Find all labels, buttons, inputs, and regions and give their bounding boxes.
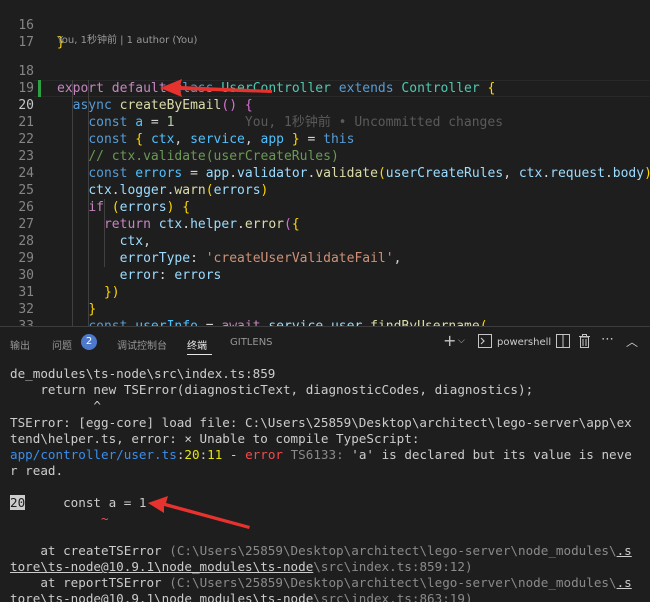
terminal-line: de_modules\ts-node\src\index.ts:859 [10, 366, 276, 381]
code-line-27: 27 ctx, [0, 199, 650, 249]
chevron-up-icon[interactable]: ︿ [626, 333, 638, 350]
code-editor[interactable]: 16 } 17 You, 1秒钟前 | 1 author (You) 18 ex… [0, 0, 650, 326]
terminal-stack-line: at createTSError (C:\Users\25859\Desktop… [10, 543, 632, 558]
chevron-down-icon[interactable]: ⌵ [458, 336, 465, 346]
code-line-34: 34 } [0, 318, 650, 326]
problems-count-badge: 2 [81, 334, 97, 350]
terminal-stack-line: tore\ts-node@10.9.1\node_modules\ts-node… [10, 559, 473, 574]
panel-tab-bar: 输出 问题 2 调试控制台 终端 GITLENS + ⌵ powershell … [0, 326, 650, 358]
code-line-33: 33 ctx.request.body.username [0, 301, 650, 326]
code-line-17: 17 [0, 17, 650, 50]
split-icon[interactable] [556, 334, 570, 352]
code-line-16: 16 } [0, 0, 650, 50]
terminal-squiggle: ~ [10, 511, 109, 526]
error-file-path: app/controller/user.ts [10, 447, 177, 462]
code-line-22: 22 // ctx.validate(userCreateRules) [0, 114, 650, 164]
code-line-30: 30 }) [0, 250, 650, 300]
code-line-29: 29 error: errors [0, 233, 650, 283]
terminal-line: tend\helper.ts, error: × Unable to compi… [10, 431, 420, 446]
tab-terminal[interactable]: 终端 [187, 337, 207, 352]
annotation-arrow [160, 79, 272, 97]
code-line-23: 23 const errors = app.validator.validate… [0, 131, 650, 181]
code-line-32: 32 const userInfo = await service.user.f… [0, 284, 650, 326]
terminal-line: TSError: [egg-core] load file: C:\Users\… [10, 415, 632, 430]
terminal-icon[interactable] [478, 334, 492, 352]
terminal-stack-line: tore\ts-node@10.9.1\node_modules\ts-node… [10, 591, 473, 602]
code-line-25: 25 if (errors) { [0, 165, 650, 215]
tab-gitlens[interactable]: GITLENS [230, 337, 273, 348]
annotation-arrow [148, 496, 250, 529]
terminal-error-line: app/controller/user.ts:20:11 - error TS6… [10, 447, 632, 462]
terminal-stack-line: at reportTSError (C:\Users\25859\Desktop… [10, 575, 632, 590]
terminal-output[interactable]: de_modules\ts-node\src\index.ts:859 retu… [0, 358, 650, 602]
code-line-18: 18 export default class UserController e… [0, 46, 650, 96]
code-line-21: 21 const { ctx, service, app } = this [0, 97, 650, 147]
terminal-line: r read. [10, 463, 64, 478]
plus-icon[interactable]: + [443, 331, 456, 350]
tab-debug-console[interactable]: 调试控制台 [117, 337, 167, 352]
snippet-line-number: 20 [10, 495, 26, 510]
code-line-24: 24 ctx.logger.warn(errors) [0, 148, 650, 198]
terminal-code-snippet: 20 const a = 1 [10, 495, 147, 510]
terminal-line: return new TSError(diagnosticText, diagn… [10, 382, 534, 397]
code-line-20: 20 const a = 1 You, 1秒钟前 • Uncommitted c… [0, 80, 650, 130]
code-line-26: 26 return ctx.helper.error({ [0, 182, 650, 232]
code-line-28: 28 errorType: 'createUserValidateFail', [0, 216, 650, 266]
ellipsis-icon[interactable]: ⋯ [601, 332, 614, 347]
tab-problems[interactable]: 问题 [52, 337, 72, 352]
tab-output[interactable]: 输出 [10, 337, 30, 352]
terminal-name[interactable]: powershell [497, 337, 551, 348]
active-tab-indicator [187, 354, 212, 355]
terminal-line: ^ [10, 398, 101, 413]
code-line-31: 31 } [0, 267, 650, 317]
trash-icon[interactable] [578, 334, 591, 352]
code-line-19: 19 async createByEmail() { [0, 63, 650, 113]
